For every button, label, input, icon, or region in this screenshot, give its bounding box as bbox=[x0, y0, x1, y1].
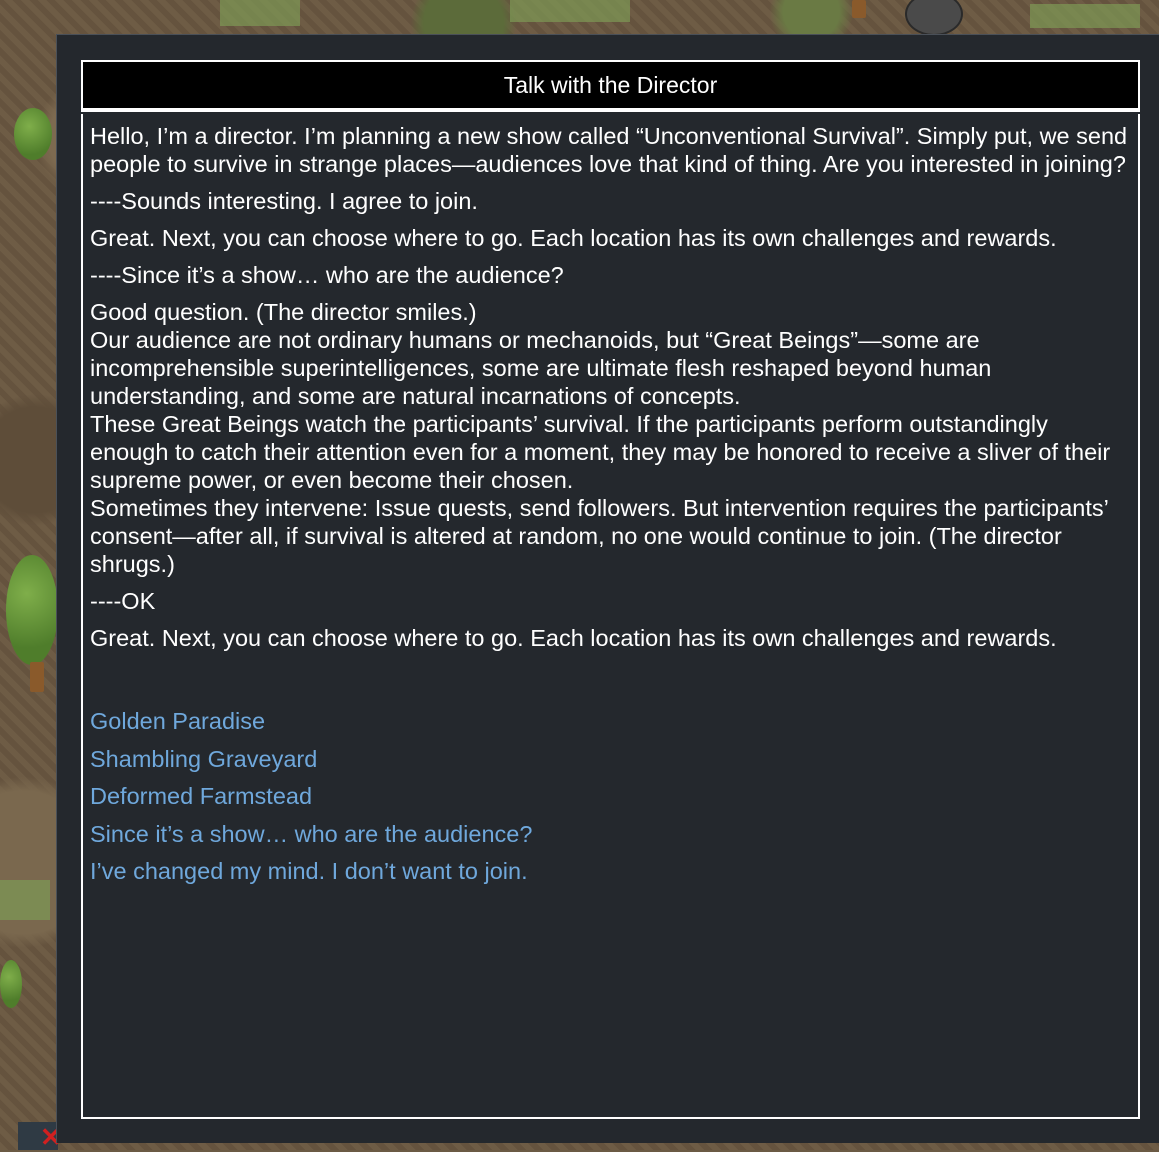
message-line: Good question. (The director smiles.) bbox=[90, 299, 477, 325]
director-message: Good question. (The director smiles.) Ou… bbox=[90, 298, 1130, 578]
message-line: ----OK bbox=[90, 588, 156, 614]
dialog-title-bar: Talk with the Director bbox=[81, 60, 1140, 112]
option-ask-audience[interactable]: Since it’s a show… who are the audience? bbox=[90, 820, 1130, 848]
dialog-options: Golden Paradise Shambling Graveyard Defo… bbox=[90, 707, 1130, 885]
message-line: Sometimes they intervene: Issue quests, … bbox=[90, 495, 1108, 577]
option-deformed-farmstead[interactable]: Deformed Farmstead bbox=[90, 782, 1130, 810]
dialog-content: Hello, I’m a director. I’m planning a ne… bbox=[81, 114, 1140, 1119]
grass-patch bbox=[220, 0, 300, 26]
dialog-title: Talk with the Director bbox=[503, 71, 718, 98]
director-message: Hello, I’m a director. I’m planning a ne… bbox=[90, 122, 1130, 178]
message-line: ----Sounds interesting. I agree to join. bbox=[90, 188, 478, 214]
option-decline[interactable]: I’ve changed my mind. I don’t want to jo… bbox=[90, 857, 1130, 885]
tree-sprite bbox=[6, 555, 58, 665]
grass-patch bbox=[510, 0, 630, 22]
tree-trunk bbox=[852, 0, 866, 18]
grass-patch bbox=[1030, 4, 1140, 28]
player-reply: ----Since it’s a show… who are the audie… bbox=[90, 261, 1130, 289]
player-reply: ----OK bbox=[90, 587, 1130, 615]
message-line: Hello, I’m a director. I’m planning a ne… bbox=[90, 123, 1128, 177]
message-line: ----Since it’s a show… who are the audie… bbox=[90, 262, 564, 288]
option-golden-paradise[interactable]: Golden Paradise bbox=[90, 707, 1130, 735]
director-message: Great. Next, you can choose where to go.… bbox=[90, 224, 1130, 252]
player-reply: ----Sounds interesting. I agree to join. bbox=[90, 187, 1130, 215]
director-message: Great. Next, you can choose where to go.… bbox=[90, 624, 1130, 652]
close-x-icon[interactable]: ✕ bbox=[18, 1122, 62, 1150]
message-line: Great. Next, you can choose where to go.… bbox=[90, 625, 1057, 651]
option-shambling-graveyard[interactable]: Shambling Graveyard bbox=[90, 745, 1130, 773]
tree-sprite bbox=[0, 960, 22, 1008]
tree-sprite bbox=[14, 108, 52, 160]
tree-trunk bbox=[30, 662, 44, 692]
message-line: Our audience are not ordinary humans or … bbox=[90, 327, 992, 409]
message-line: These Great Beings watch the participant… bbox=[90, 411, 1111, 493]
message-line: Great. Next, you can choose where to go.… bbox=[90, 225, 1057, 251]
grass-patch bbox=[0, 880, 50, 920]
options-spacer bbox=[90, 661, 1130, 707]
